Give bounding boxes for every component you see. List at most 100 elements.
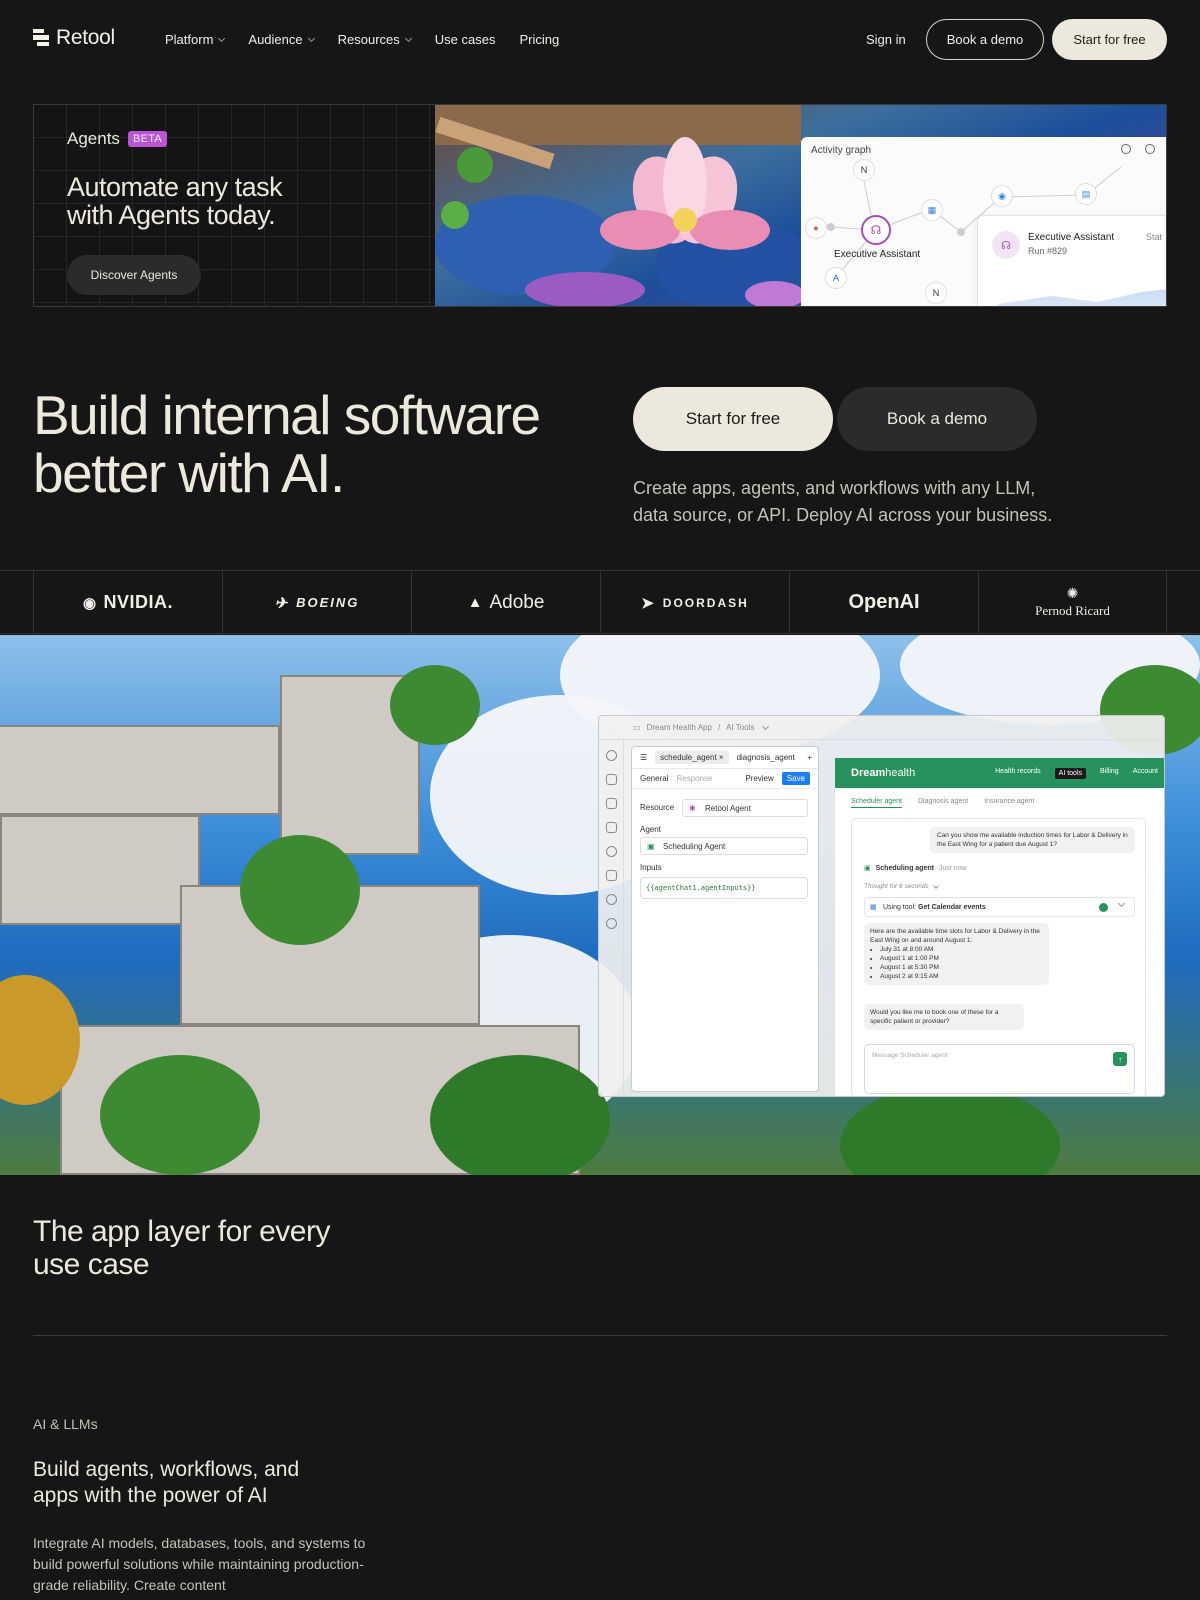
app-sidebar [599, 740, 624, 1096]
chevron-down-icon[interactable] [762, 722, 770, 730]
tool-name: Get Calendar events [918, 903, 986, 911]
openai-logo: OpenAI [789, 571, 978, 634]
app-topbar: ▭ Dream Health App / AI Tools [599, 716, 1164, 740]
nav-health-records[interactable]: Health records [995, 768, 1041, 779]
time-slot-list: July 31 at 8:00 AM August 1 at 1:00 PM A… [870, 945, 1043, 981]
state-icon[interactable] [606, 870, 617, 881]
agent-select[interactable]: ▣ Scheduling Agent [640, 837, 808, 855]
chevron-down-icon [307, 34, 315, 42]
category-eyebrow: AI & LLMs [33, 1416, 98, 1432]
nav-link-label: Pricing [519, 32, 560, 47]
tree-shape [390, 665, 480, 745]
nvidia-eye-icon: ◉ [82, 594, 97, 612]
agent-message: Here are the available time slots for La… [864, 923, 1049, 985]
time-slot-item: August 1 at 5:30 PM [880, 963, 1043, 972]
tree-icon[interactable] [606, 798, 617, 809]
category-description: Integrate AI models, databases, tools, a… [33, 1535, 366, 1593]
breadcrumb-app[interactable]: Dream Health App [647, 723, 712, 732]
tree-shape [100, 1055, 260, 1175]
menu-icon[interactable]: ☰ [640, 753, 647, 762]
start-free-button[interactable]: Start for free [1052, 19, 1167, 60]
agent-label: Agent [640, 825, 661, 834]
calendar-icon: ▦ [921, 199, 943, 221]
run-card-id: Run #829 [1028, 246, 1068, 256]
thought-toggle[interactable]: Thought for 6 seconds [864, 883, 939, 890]
retool-logo[interactable]: Retool [33, 26, 115, 50]
tool-prefix: Using tool: [883, 903, 917, 911]
nav-link-platform[interactable]: Platform [165, 32, 226, 47]
pages-icon[interactable] [606, 774, 617, 785]
subtab-general[interactable]: General [640, 774, 668, 783]
tree-shape [430, 1055, 610, 1175]
pernod-ricard-logo: ✺ Pernod Ricard [978, 571, 1167, 634]
agent-followup-message: Would you like me to book one of these f… [864, 1004, 1024, 1030]
chat-icon: ◉ [991, 185, 1013, 207]
agent-icon: ▣ [864, 865, 871, 872]
thought-label: Thought for 6 seconds [864, 883, 929, 890]
save-button[interactable]: Save [781, 772, 810, 785]
tab-diagnosis-agent[interactable]: Diagnosis agent [918, 798, 968, 808]
chat-panel: Can you show me available induction time… [851, 818, 1146, 1096]
discover-agents-button[interactable]: Discover Agents [67, 255, 201, 295]
section-divider [33, 1335, 1167, 1336]
logo-text: BOEING [296, 595, 360, 610]
logo-text: Adobe [489, 591, 545, 613]
gear-icon[interactable] [606, 918, 617, 929]
nvidia-logo: ◉ NVIDIA. [33, 571, 222, 634]
send-arrow-icon[interactable]: ↑ [1113, 1052, 1127, 1066]
building-shape [0, 725, 280, 815]
tool-call-row[interactable]: ▦ Using tool: Get Calendar events [864, 897, 1135, 917]
preview-button[interactable]: Preview [745, 774, 773, 783]
message-input[interactable]: Message Scheduler agent ↑ [864, 1044, 1135, 1094]
logo-text: NVIDIA. [103, 592, 174, 612]
breadcrumb-page[interactable]: AI Tools [726, 723, 754, 732]
nav-billing[interactable]: Billing [1100, 768, 1119, 779]
code-icon[interactable] [606, 822, 617, 833]
search-icon[interactable] [606, 846, 617, 857]
add-icon[interactable] [606, 750, 617, 761]
dreamhealth-header: Dreamhealth Health records AI tools Bill… [835, 758, 1164, 788]
nav-link-audience[interactable]: Audience [248, 32, 315, 47]
hero-start-free-button[interactable]: Start for free [633, 387, 833, 451]
dreamhealth-nav: Health records AI tools Billing Account [995, 767, 1164, 779]
resource-select[interactable]: ✱ Retool Agent [682, 799, 808, 817]
inputs-code-field[interactable]: {{agentChat1.agentInputs}} [640, 877, 808, 899]
agent-message-text: Here are the available time slots for La… [870, 928, 1040, 944]
sign-in-link[interactable]: Sign in [866, 32, 906, 47]
chevron-down-icon[interactable] [1117, 899, 1126, 908]
book-demo-button[interactable]: Book a demo [926, 19, 1044, 60]
user-message: Can you show me available induction time… [930, 827, 1135, 853]
agent-timestamp: Just now [938, 864, 967, 872]
agents-banner: Agents BETA Automate any task with Agent… [33, 104, 1167, 307]
agent-header: ▣ Scheduling agent Just now [864, 864, 967, 873]
nav-link-label: Resources [337, 32, 400, 47]
tab-scheduler-agent[interactable]: Scheduler agent [851, 798, 902, 808]
node-label: Executive Assistant [834, 249, 921, 260]
inspector-tabs: ☰ schedule_agent × diagnosis_agent + [632, 747, 818, 769]
nav-link-use-cases[interactable]: Use cases [435, 32, 496, 47]
app-builder-window: ▭ Dream Health App / AI Tools ☰ schedule… [598, 715, 1165, 1097]
nav-account[interactable]: Account [1133, 768, 1158, 779]
resource-label: Resource [640, 803, 675, 812]
logo-text: OpenAI [848, 591, 920, 613]
subtab-response[interactable]: Response [676, 774, 712, 783]
nav-link-resources[interactable]: Resources [337, 32, 412, 47]
layout-icon[interactable]: ▭ [633, 723, 641, 732]
nav-ai-tools[interactable]: AI tools [1054, 767, 1087, 779]
lotus-illustration [435, 105, 801, 306]
agent-value: Scheduling Agent [663, 841, 726, 851]
agents-label: Agents BETA [67, 129, 168, 149]
brand-name: Retool [56, 26, 115, 49]
tab-schedule-agent[interactable]: schedule_agent × [655, 751, 729, 764]
history-icon[interactable] [606, 894, 617, 905]
add-tab-icon[interactable]: + [807, 753, 812, 762]
time-slot-item: August 2 at 9:15 AM [880, 972, 1043, 981]
nav-link-label: Platform [165, 32, 214, 47]
tab-insurance-agent[interactable]: Insurance agent [984, 798, 1034, 808]
tab-diagnosis-agent[interactable]: diagnosis_agent [737, 753, 795, 762]
agents-label-text: Agents [67, 129, 120, 148]
inputs-label: Inputs [640, 863, 662, 872]
hero-title: Build internal software better with AI. [33, 384, 541, 504]
hero-book-demo-button[interactable]: Book a demo [837, 387, 1037, 451]
nav-link-pricing[interactable]: Pricing [519, 32, 559, 47]
